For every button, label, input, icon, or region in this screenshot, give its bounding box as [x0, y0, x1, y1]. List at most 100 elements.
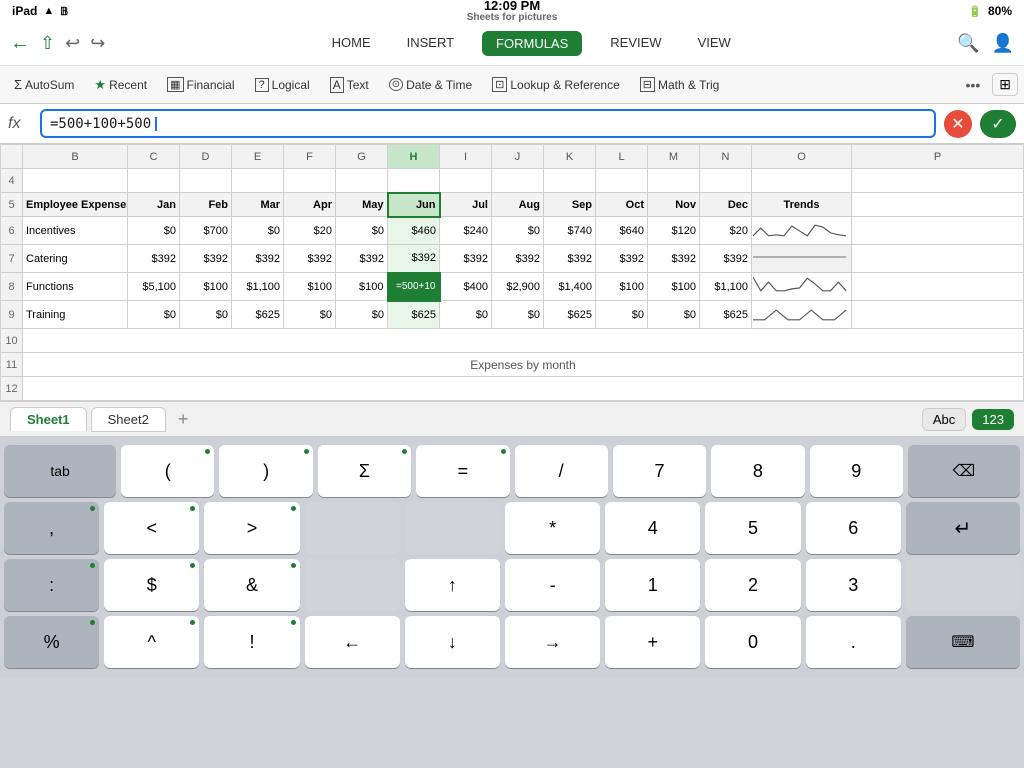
num-button[interactable]: 123 — [972, 409, 1014, 430]
confirm-button[interactable]: ✓ — [980, 110, 1016, 138]
cell-b10[interactable] — [23, 329, 1024, 353]
key-slash[interactable]: / — [515, 445, 608, 497]
key-0[interactable]: 0 — [705, 616, 800, 668]
key-right-arrow[interactable]: → — [505, 616, 600, 668]
cell-h4[interactable] — [388, 169, 440, 193]
tab-home[interactable]: HOME — [324, 31, 379, 56]
key-delete[interactable]: ⌫ — [908, 445, 1020, 497]
autosum-button[interactable]: Σ AutoSum — [6, 73, 82, 96]
key-1[interactable]: 1 — [605, 559, 700, 611]
cell-l6[interactable]: $640 — [596, 217, 648, 245]
cell-h6[interactable]: $460 — [388, 217, 440, 245]
cell-i7[interactable]: $392 — [440, 245, 492, 273]
cancel-button[interactable]: ✕ — [944, 110, 972, 138]
search-button[interactable]: 🔍 — [957, 33, 979, 54]
cell-b6[interactable]: Incentives — [23, 217, 128, 245]
key-empty4[interactable] — [906, 559, 1020, 611]
key-8[interactable]: 8 — [711, 445, 804, 497]
cell-l8[interactable]: $100 — [596, 273, 648, 301]
cell-e5[interactable]: Mar — [232, 193, 284, 217]
user-button[interactable]: 👤 — [992, 33, 1014, 54]
key-colon[interactable]: : — [4, 559, 99, 611]
cell-f8[interactable]: $100 — [284, 273, 336, 301]
tab-insert[interactable]: INSERT — [399, 31, 462, 56]
cell-o4[interactable] — [752, 169, 852, 193]
cell-o6[interactable] — [752, 217, 852, 245]
cell-k8[interactable]: $1,400 — [544, 273, 596, 301]
cell-e7[interactable]: $392 — [232, 245, 284, 273]
more-button[interactable]: ••• — [958, 73, 989, 97]
undo-button[interactable]: ↩ — [65, 33, 80, 54]
cell-l9[interactable]: $0 — [596, 301, 648, 329]
cell-h5[interactable]: Jun — [388, 193, 440, 217]
cell-b5[interactable]: Employee Expenses — [23, 193, 128, 217]
key-sigma[interactable]: Σ — [318, 445, 411, 497]
cell-h9[interactable]: $625 — [388, 301, 440, 329]
cell-g6[interactable]: $0 — [336, 217, 388, 245]
cell-b12[interactable] — [23, 377, 1024, 401]
cell-e9[interactable]: $625 — [232, 301, 284, 329]
cell-f4[interactable] — [284, 169, 336, 193]
logical-button[interactable]: ? Logical — [247, 74, 318, 96]
key-plus[interactable]: + — [605, 616, 700, 668]
key-exclaim[interactable]: ! — [204, 616, 299, 668]
cell-f7[interactable]: $392 — [284, 245, 336, 273]
cell-k4[interactable] — [544, 169, 596, 193]
cell-d4[interactable] — [180, 169, 232, 193]
key-2[interactable]: 2 — [705, 559, 800, 611]
cell-m6[interactable]: $120 — [648, 217, 700, 245]
col-h-header[interactable]: H — [388, 145, 440, 169]
cell-g7[interactable]: $392 — [336, 245, 388, 273]
key-caret[interactable]: ^ — [104, 616, 199, 668]
cell-n8[interactable]: $1,100 — [700, 273, 752, 301]
datetime-button[interactable]: ⊙ Date & Time — [381, 74, 480, 96]
redo-button[interactable]: ↪ — [90, 33, 105, 54]
cell-b9[interactable]: Training — [23, 301, 128, 329]
cell-p9[interactable] — [852, 301, 1024, 329]
cell-m5[interactable]: Nov — [648, 193, 700, 217]
cell-c9[interactable]: $0 — [128, 301, 180, 329]
cell-e6[interactable]: $0 — [232, 217, 284, 245]
cell-g8[interactable]: $100 — [336, 273, 388, 301]
cell-m8[interactable]: $100 — [648, 273, 700, 301]
key-comma[interactable]: , — [4, 502, 99, 554]
cell-j7[interactable]: $392 — [492, 245, 544, 273]
sheet-tab-sheet2[interactable]: Sheet2 — [91, 407, 166, 432]
text-button[interactable]: A Text — [322, 73, 377, 97]
cell-n7[interactable]: $392 — [700, 245, 752, 273]
cell-m9[interactable]: $0 — [648, 301, 700, 329]
cell-d8[interactable]: $100 — [180, 273, 232, 301]
cell-j6[interactable]: $0 — [492, 217, 544, 245]
cell-l5[interactable]: Oct — [596, 193, 648, 217]
key-empty3[interactable] — [305, 559, 400, 611]
key-empty1[interactable] — [305, 502, 400, 554]
cell-c7[interactable]: $392 — [128, 245, 180, 273]
tab-formulas[interactable]: FORMULAS — [482, 31, 582, 56]
key-return[interactable]: ↵ — [906, 502, 1020, 554]
cell-i5[interactable]: Jul — [440, 193, 492, 217]
cell-o8[interactable] — [752, 273, 852, 301]
key-7[interactable]: 7 — [613, 445, 706, 497]
key-up-arrow[interactable]: ↑ — [405, 559, 500, 611]
key-tab[interactable]: tab — [4, 445, 116, 497]
cell-o9[interactable] — [752, 301, 852, 329]
cell-p6[interactable] — [852, 217, 1024, 245]
tab-review[interactable]: REVIEW — [602, 31, 669, 56]
cell-e4[interactable] — [232, 169, 284, 193]
cell-m7[interactable]: $392 — [648, 245, 700, 273]
cell-f6[interactable]: $20 — [284, 217, 336, 245]
key-6[interactable]: 6 — [806, 502, 901, 554]
sync-button[interactable]: ⇧ — [40, 33, 55, 54]
key-down-arrow[interactable]: ↓ — [405, 616, 500, 668]
cell-g5[interactable]: May — [336, 193, 388, 217]
cell-d7[interactable]: $392 — [180, 245, 232, 273]
cell-n4[interactable] — [700, 169, 752, 193]
cell-l7[interactable]: $392 — [596, 245, 648, 273]
cell-p8[interactable] — [852, 273, 1024, 301]
cell-i8[interactable]: $400 — [440, 273, 492, 301]
cell-k9[interactable]: $625 — [544, 301, 596, 329]
add-sheet-button[interactable]: + — [170, 409, 197, 430]
calculator-button[interactable]: ⊞ — [992, 73, 1018, 96]
cell-j4[interactable] — [492, 169, 544, 193]
key-ampersand[interactable]: & — [204, 559, 299, 611]
